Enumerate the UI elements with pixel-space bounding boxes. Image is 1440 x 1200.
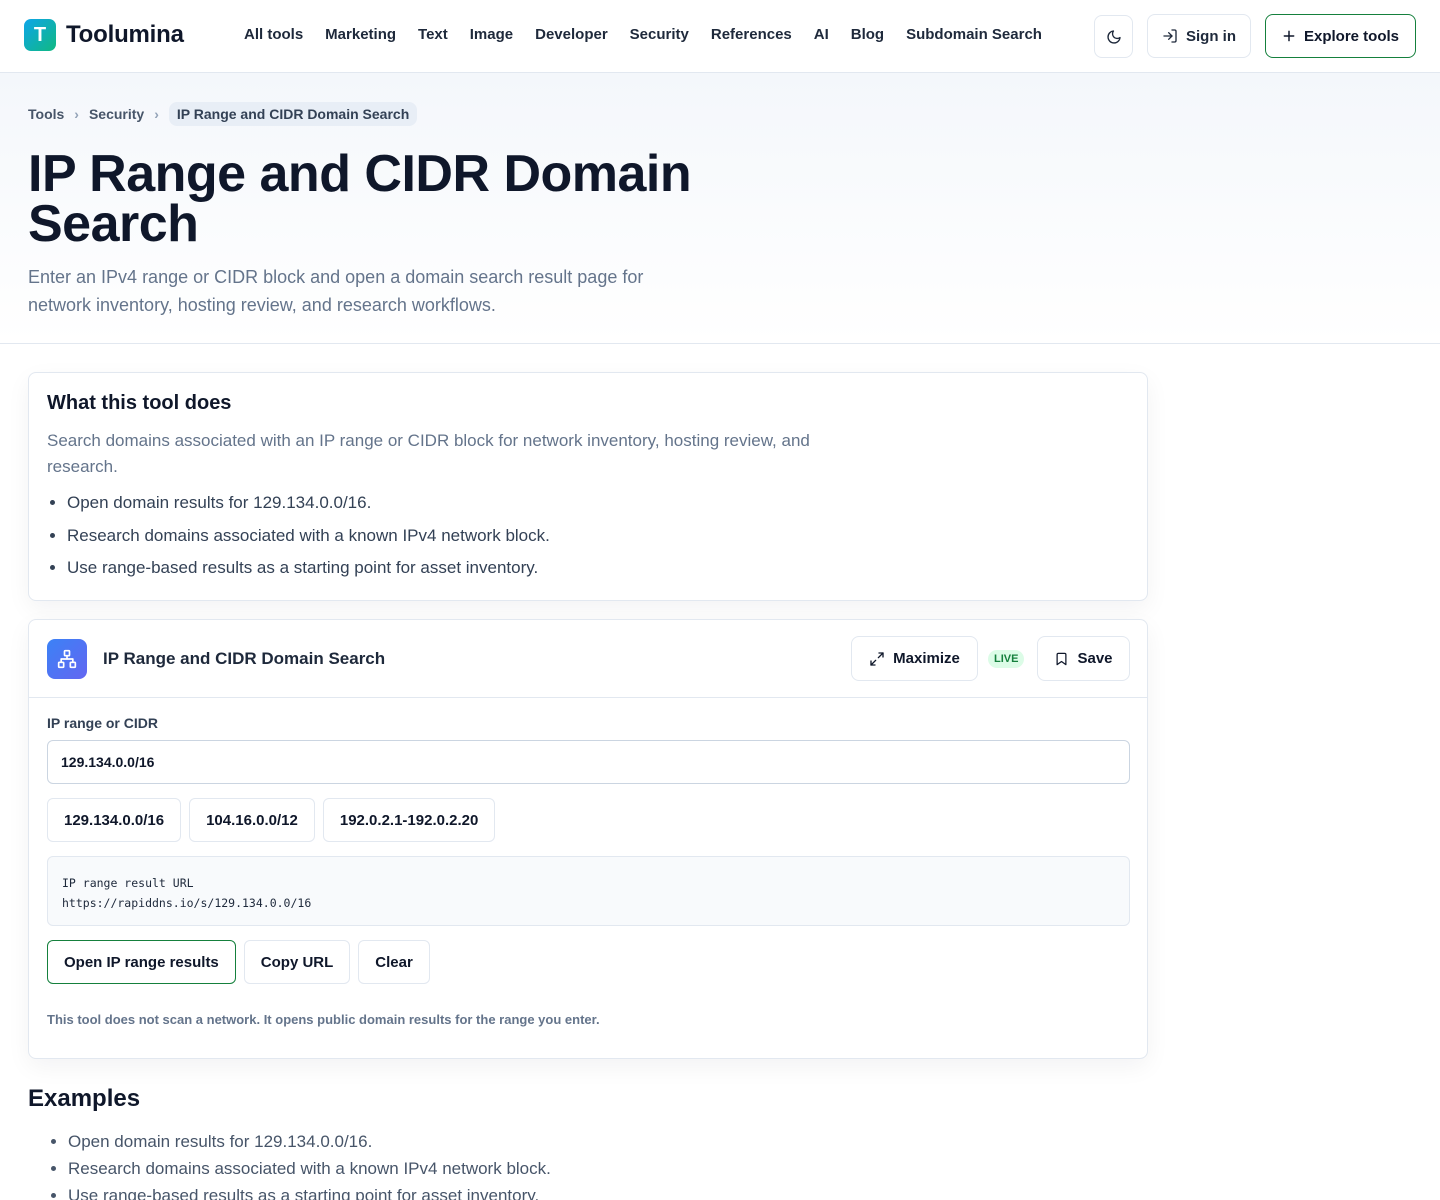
ip-range-label: IP range or CIDR [47,715,158,731]
nav-security[interactable]: Security [630,26,689,43]
page-title: IP Range and CIDR Domain Search [28,145,692,253]
explore-tools-button[interactable]: Explore tools [1265,14,1416,58]
maximize-label: Maximize [893,650,960,667]
network-icon [47,639,87,679]
examples-heading: Examples [28,1085,141,1112]
breadcrumb-tools[interactable]: Tools [28,106,64,122]
tool-panel-header: IP Range and CIDR Domain Search Maximize… [29,620,1147,698]
maximize-button[interactable]: Maximize [851,636,978,681]
clear-button[interactable]: Clear [358,940,430,984]
nav-marketing[interactable]: Marketing [325,26,396,43]
breadcrumb: Tools › Security › IP Range and CIDR Dom… [28,102,418,126]
save-button[interactable]: Save [1037,636,1130,681]
what-this-tool-does-card: What this tool does Search domains assoc… [28,372,1148,601]
what-heading: What this tool does [47,392,232,414]
chevron-right-icon: › [154,106,159,122]
ip-range-input[interactable] [47,740,1130,784]
nav-developer[interactable]: Developer [535,26,608,43]
sign-in-label: Sign in [1186,27,1236,45]
brand-name: Toolumina [66,21,184,48]
what-bullet-list: Open domain results for 129.134.0.0/16. … [67,487,550,585]
chevron-right-icon: › [74,106,79,122]
nav-ai[interactable]: AI [814,26,829,43]
bookmark-icon [1056,652,1067,665]
preset-chip[interactable]: 104.16.0.0/12 [189,798,315,842]
save-label: Save [1077,650,1113,667]
list-item: Research domains associated with a known… [68,1155,551,1182]
page-subtitle: Enter an IPv4 range or CIDR block and op… [28,267,644,315]
list-item: Use range-based results as a starting po… [67,552,550,585]
breadcrumb-security[interactable]: Security [89,106,144,122]
what-description: Search domains associated with an IP ran… [47,431,810,476]
plus-icon [1283,30,1295,42]
copy-url-button[interactable]: Copy URL [243,940,351,984]
examples-list: Open domain results for 129.134.0.0/16. … [68,1128,551,1200]
tool-actions: Open IP range results Copy URL Clear [47,940,430,984]
open-results-button[interactable]: Open IP range results [47,940,236,984]
hero-section: Tools › Security › IP Range and CIDR Dom… [0,73,1440,344]
result-url-box: IP range result URL https://rapiddns.io/… [47,856,1130,926]
nav-all-tools[interactable]: All tools [244,26,303,43]
list-item: Open domain results for 129.134.0.0/16. [68,1128,551,1155]
brand-logo-link[interactable]: T Toolumina [24,19,184,51]
list-item: Open domain results for 129.134.0.0/16. [67,487,550,520]
nav-subdomain-search[interactable]: Subdomain Search [906,26,1042,43]
list-item: Research domains associated with a known… [67,520,550,553]
expand-icon [870,651,884,666]
nav-references[interactable]: References [711,26,792,43]
nav-blog[interactable]: Blog [851,26,884,43]
logo-icon: T [24,19,56,51]
result-url-label: IP range result URL [62,876,194,890]
nav-text[interactable]: Text [418,26,448,43]
moon-icon [1106,29,1121,44]
tool-title: IP Range and CIDR Domain Search [103,649,386,668]
disclaimer-note: This tool does not scan a network. It op… [47,1012,600,1027]
tool-panel: IP Range and CIDR Domain Search Maximize… [28,619,1148,1059]
preset-chip[interactable]: 129.134.0.0/16 [47,798,182,842]
result-url-value: https://rapiddns.io/s/129.134.0.0/16 [62,896,312,910]
live-badge: LIVE [988,650,1025,668]
top-navbar: T Toolumina All tools Marketing Text Ima… [0,0,1440,73]
main-nav: All tools Marketing Text Image Developer… [244,26,1042,43]
sign-in-icon [1163,29,1177,43]
nav-image[interactable]: Image [470,26,513,43]
sign-in-button[interactable]: Sign in [1147,14,1251,58]
breadcrumb-current: IP Range and CIDR Domain Search [168,102,418,126]
list-item: Use range-based results as a starting po… [68,1182,551,1200]
explore-tools-label: Explore tools [1303,27,1400,45]
preset-chip[interactable]: 192.0.2.1-192.0.2.20 [322,798,496,842]
preset-chips: 129.134.0.0/16 104.16.0.0/12 192.0.2.1-1… [47,798,496,842]
theme-toggle-button[interactable] [1094,15,1133,58]
